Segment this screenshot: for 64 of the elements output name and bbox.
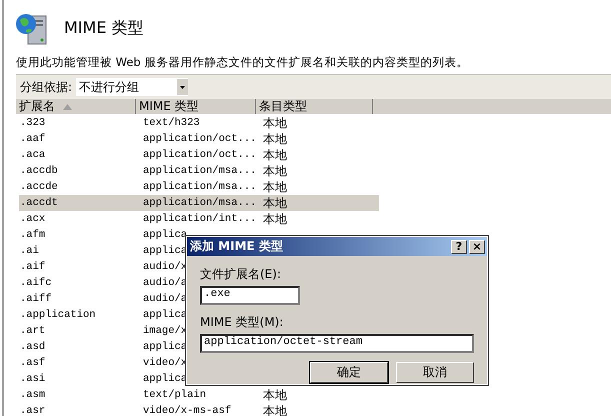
extension-cell-text: .asf [19, 356, 46, 370]
extension-cell-text: .application [19, 308, 97, 322]
extension-label: 文件扩展名(E): [200, 266, 282, 283]
entry-type-cell: 本地 [263, 132, 287, 146]
extension-cell-text: .aaf [19, 132, 46, 146]
extension-field[interactable]: .exe [200, 286, 300, 305]
entry-type-cell: 本地 [263, 116, 287, 130]
mime-type-field[interactable]: application/octet-stream [200, 334, 474, 353]
extension-cell-text: .acx [19, 212, 46, 226]
mime-cell: application/msa... [143, 196, 256, 210]
mime-cell: application/int... [143, 212, 256, 226]
entry-type-cell: 本地 [263, 388, 287, 402]
extension-cell-text: .asm [19, 388, 46, 402]
extension-cell-text: .afm [19, 228, 46, 242]
column-header[interactable]: 扩展名 [16, 99, 136, 114]
list-row[interactable]: .aaf application/oct... 本地 [19, 131, 379, 147]
list-row[interactable]: .323 text/h323 本地 [19, 115, 379, 131]
entry-type-cell: 本地 [263, 164, 287, 178]
mime-cell: text/h323 [143, 116, 200, 130]
list-row[interactable]: .aca application/oct... 本地 [19, 147, 379, 163]
group-dropdown[interactable]: 不进行分组 [76, 78, 188, 96]
mime-cell: application/msa... [143, 180, 256, 194]
list-row[interactable]: .accdb application/msa... 本地 [19, 163, 379, 179]
list-row[interactable]: .accdt application/msa... 本地 [19, 195, 379, 211]
extension-cell-text: .aifc [19, 276, 53, 290]
help-button[interactable]: ? [451, 240, 467, 254]
list-row[interactable]: .asm text/plain 本地 [19, 387, 379, 403]
extension-cell-text: .accdb [19, 164, 59, 178]
mime-cell: application/oct... [143, 132, 256, 146]
extension-cell-text: .ai [19, 244, 40, 258]
extension-cell-text: .asi [19, 372, 46, 386]
dialog-title: 添加 MIME 类型 [190, 238, 284, 255]
extension-cell-text: .art [19, 324, 46, 338]
mime-cell: audio/x [143, 260, 188, 274]
extension-cell-text: .accde [19, 180, 59, 194]
extension-cell-text: .asr [19, 404, 46, 416]
dialog-button[interactable]: 确定 [310, 362, 388, 383]
group-label: 分组依据: [20, 78, 72, 96]
list-row[interactable]: .accde application/msa... 本地 [19, 179, 379, 195]
mime-cell: video/x [143, 356, 188, 370]
page-title: MIME 类型 [64, 18, 144, 38]
entry-type-cell: 本地 [263, 212, 287, 226]
mime-cell: application/msa... [143, 164, 256, 178]
mime-cell: image/x [143, 324, 188, 338]
mime-type-label: MIME 类型(M): [200, 314, 284, 331]
entry-type-cell: 本地 [263, 148, 287, 162]
entry-type-cell: 本地 [263, 180, 287, 194]
mime-cell: text/plain [143, 388, 206, 402]
list-row[interactable]: .acx application/int... 本地 [19, 211, 379, 227]
extension-cell-text: .accdt [19, 196, 59, 210]
extension-cell-text: .aif [19, 260, 46, 274]
entry-type-cell: 本地 [263, 196, 287, 210]
extension-cell-text: .aiff [19, 292, 53, 306]
mime-cell: applica [143, 228, 188, 242]
extension-cell-text: .323 [19, 116, 46, 130]
extension-cell-text: .aca [19, 148, 46, 162]
mime-cell: video/x-ms-asf [143, 404, 232, 416]
column-header[interactable]: MIME 类型 [136, 99, 256, 114]
column-header[interactable]: 条目类型 [256, 99, 373, 114]
description-text: 使用此功能管理被 Web 服务器用作静态文件的文件扩展名和关联的内容类型的列表。 [15, 54, 470, 71]
dialog-button[interactable]: 取消 [396, 362, 474, 383]
close-button[interactable]: × [469, 240, 485, 254]
extension-cell-text: .asd [19, 340, 46, 354]
mime-cell: application/oct... [143, 148, 256, 162]
